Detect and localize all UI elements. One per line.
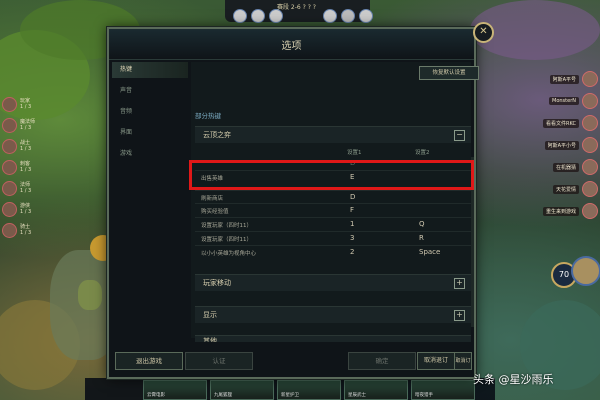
group-player-movement[interactable]: 玩家移动 + (195, 274, 471, 291)
trait-list: 玩家 1 / 3 魔法师 1 / 3 战士 1 / 3 刺客 1 / 3 法师 … (0, 95, 45, 242)
hotkey-slot[interactable]: F (350, 206, 354, 214)
player-avatar (582, 159, 598, 175)
group-display[interactable]: 显示 + (195, 306, 471, 323)
restore-defaults-button[interactable]: 恢复默认设置 (419, 66, 479, 80)
player-portrait-icon[interactable] (323, 9, 337, 23)
trait-icon (2, 201, 17, 217)
trait-item[interactable]: 游侠 1 / 3 (0, 200, 45, 218)
shop-card[interactable]: 暗夜猎手 (411, 380, 475, 400)
cancel-wide-button[interactable]: 取消退订 (417, 352, 455, 370)
player-row[interactable]: 看看文件RKC (508, 114, 598, 132)
table-row: 设置玩家（四时11） 1 Q (195, 217, 471, 232)
player-list: 阿斯A平号 MonsterN 看看文件RKC 阿斯A平小号 在机器猜 天花爱情 … (508, 70, 598, 224)
trait-icon (2, 138, 17, 154)
trait-icon (2, 222, 17, 238)
dialog-footer: 退出游戏 认证 确定 取消退订 取消订 (111, 349, 472, 373)
exit-game-button[interactable]: 退出游戏 (115, 352, 183, 370)
cancel-button[interactable]: 取消订 (454, 352, 472, 370)
shop-card[interactable]: 新星护卫 (277, 380, 341, 400)
tab-sound[interactable]: 声音 (112, 83, 188, 99)
column-header-key1: 设置1 (347, 150, 362, 156)
player-portrait-icon[interactable] (359, 9, 373, 23)
group-label: 其他 (203, 337, 217, 342)
table-row: 以小小英雄为视角中心 2 Space (195, 245, 471, 260)
dialog-title: 选项 (281, 41, 302, 52)
player-row[interactable]: 天花爱情 (508, 180, 598, 198)
hotkey-slot[interactable]: 2 (350, 248, 354, 256)
expand-icon[interactable]: + (454, 278, 465, 289)
trait-icon (2, 180, 17, 196)
group-other[interactable]: 其他 (195, 335, 471, 342)
hotkey-slot[interactable]: 3 (350, 234, 354, 242)
options-dialog: 选项 热键 声音 音频 界面 游戏 恢复默认设置 部分热键 云顶之弈 − 设置1… (107, 27, 479, 379)
player-portrait-icon[interactable] (341, 9, 355, 23)
group-label: 云顶之弈 (203, 131, 231, 139)
close-icon[interactable]: ✕ (473, 22, 494, 43)
ok-button[interactable]: 确定 (348, 352, 416, 370)
hotkey-slot[interactable]: Q (419, 220, 425, 228)
trait-item[interactable]: 刺客 1 / 3 (0, 158, 45, 176)
expand-icon[interactable]: + (454, 310, 465, 321)
tab-game[interactable]: 游戏 (112, 146, 188, 162)
shop-card[interactable]: 云霄电影 (143, 380, 207, 400)
table-row: 购买经验值 F (195, 203, 471, 218)
column-header-key2: 设置2 (415, 150, 430, 156)
hotkey-slot[interactable]: D (350, 193, 355, 201)
player-portrait-icon[interactable] (251, 9, 265, 23)
player-portrait-icon[interactable] (233, 9, 247, 23)
player-row[interactable]: 在机器猜 (508, 158, 598, 176)
trait-icon (2, 117, 17, 133)
tab-interface[interactable]: 界面 (112, 125, 188, 141)
shop-bar: 云霄电影 九尾狐狸 新星护卫 星辰武士 暗夜猎手 (85, 378, 495, 400)
player-row[interactable]: 阿斯A平号 (508, 70, 598, 88)
player-avatar (582, 203, 598, 219)
player-row[interactable]: 阿斯A平小号 (508, 136, 598, 154)
trait-icon (2, 96, 17, 112)
options-nav: 热键 声音 音频 界面 游戏 (112, 62, 188, 167)
group-tft[interactable]: 云顶之弈 − (195, 126, 471, 143)
little-legend-avatar[interactable] (571, 256, 600, 286)
group-label: 显示 (203, 311, 217, 319)
watermark: 头条 @星沙雨乐 (473, 373, 554, 386)
trait-item[interactable]: 骑士 1 / 3 (0, 221, 45, 239)
player-portrait-icon[interactable] (269, 9, 283, 23)
tab-audio[interactable]: 音频 (112, 104, 188, 120)
player-avatar (582, 71, 598, 87)
shop-card[interactable]: 星辰武士 (344, 380, 408, 400)
hotkey-slot[interactable]: 1 (350, 220, 354, 228)
section-title: 部分热键 (195, 112, 221, 120)
player-avatar (582, 115, 598, 131)
player-row[interactable]: MonsterN (508, 92, 598, 110)
group-label: 玩家移动 (203, 279, 231, 287)
trait-item[interactable]: 战士 1 / 3 (0, 137, 45, 155)
tab-hotkeys[interactable]: 热键 (112, 62, 188, 78)
hotkey-slot[interactable]: R (419, 234, 424, 242)
trait-icon (2, 159, 17, 175)
player-row[interactable]: 重生来到游戏 (508, 202, 598, 220)
shop-card[interactable]: 九尾狐狸 (210, 380, 274, 400)
trait-item[interactable]: 魔法师 1 / 3 (0, 116, 45, 134)
player-avatar (582, 137, 598, 153)
confirm-button-disabled[interactable]: 认证 (185, 352, 253, 370)
champion-unit[interactable] (78, 280, 102, 310)
trait-item[interactable]: 法师 1 / 3 (0, 179, 45, 197)
stage-hud: 赛段 2-6 ? ? ? (225, 0, 373, 23)
highlight-box (189, 160, 474, 190)
hotkey-slot[interactable]: Space (419, 248, 440, 256)
dialog-header: 选项 (109, 29, 474, 60)
player-avatar (582, 93, 598, 109)
player-portrait-row (233, 9, 283, 23)
trait-item[interactable]: 玩家 1 / 3 (0, 95, 45, 113)
stage-label: 赛段 2-6 ? ? ? (277, 4, 316, 11)
collapse-icon[interactable]: − (454, 130, 465, 141)
table-row: 设置玩家（四时11） 3 R (195, 231, 471, 246)
player-avatar (582, 181, 598, 197)
